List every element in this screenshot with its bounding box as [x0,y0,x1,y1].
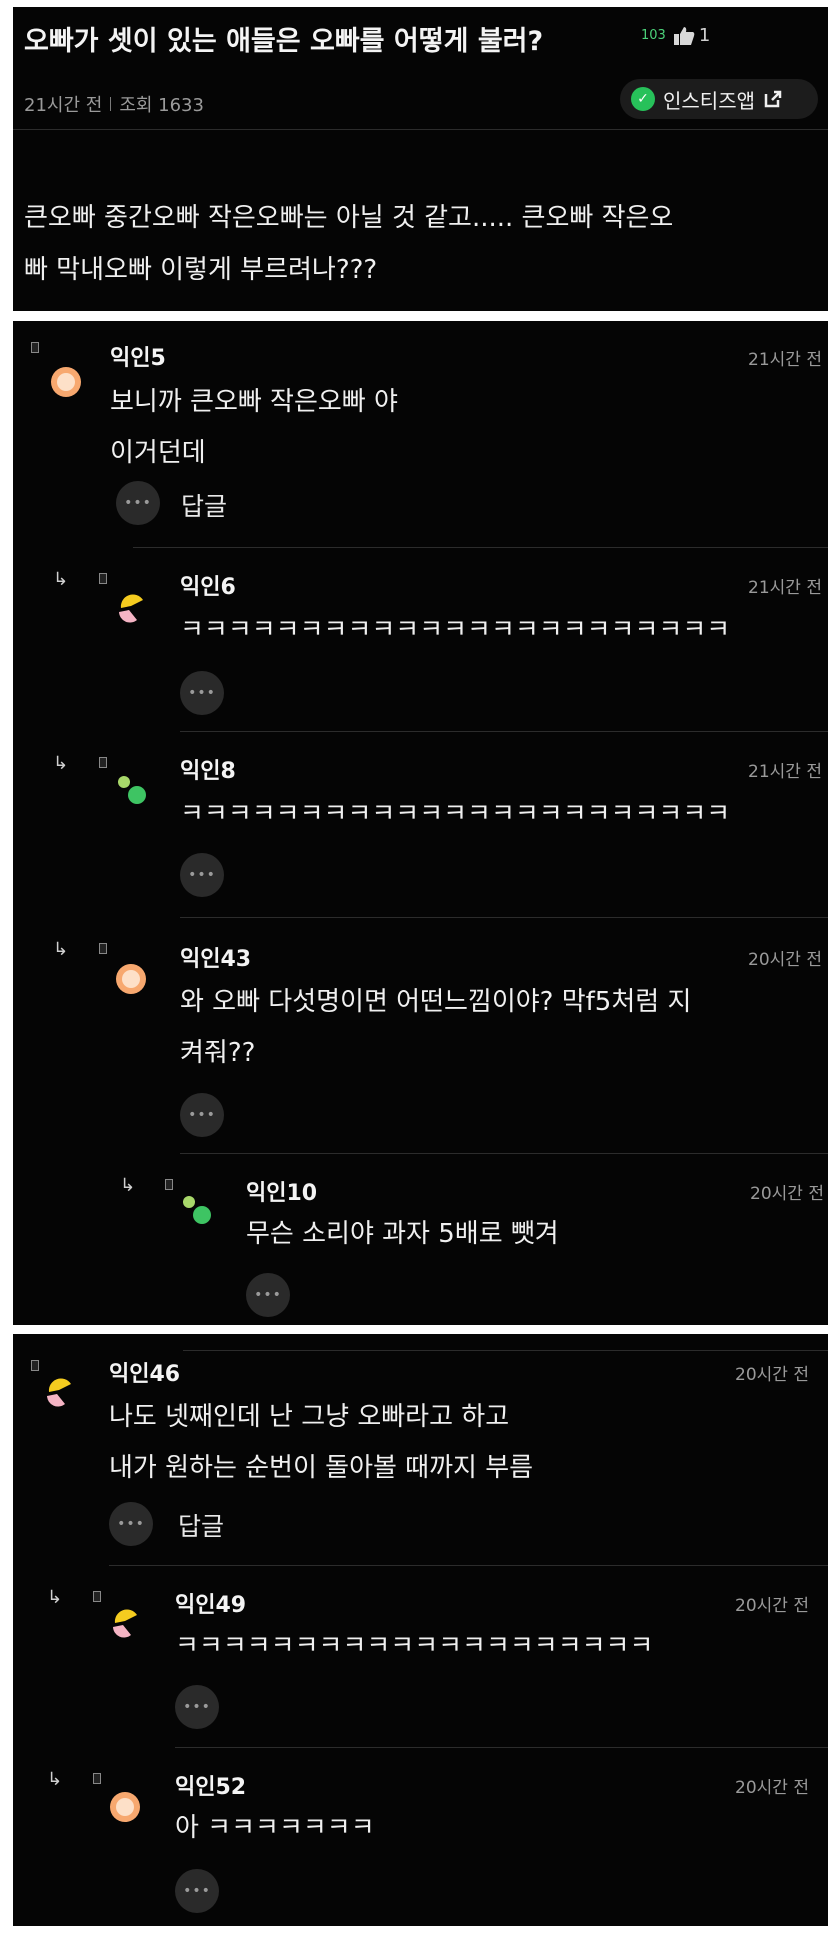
post-panel: 오빠가 셋이 있는 애들은 오빠를 어떻게 불러? 103 1 21시간 전 조… [13,7,828,311]
post-views: 조회 1633 [119,95,204,116]
reply-arrow-icon: ↳ [47,1587,63,1608]
comment-text: 무슨 소리야 과자 5배로 뺏겨 [246,1209,559,1260]
post-body-line: 큰오빠 중간오빠 작은오빠는 아닐 것 같고..... 큰오빠 작은오 [24,203,674,233]
bullet-marker [99,573,107,584]
likes-extra: 1 [698,25,711,46]
more-options-button[interactable]: ••• [180,1093,224,1137]
post-meta: 21시간 전 조회 1633 [24,91,204,117]
reply-button[interactable]: 답글 [178,1507,224,1543]
comment-author: 익인5 [110,346,166,371]
bullet-marker [31,342,39,353]
comment-line: ㅋㅋㅋㅋㅋㅋㅋㅋㅋㅋㅋㅋㅋㅋㅋㅋㅋㅋㅋㅋㅋㅋㅋ [180,615,731,645]
comment-line: 이거던데 [110,438,206,468]
comment-author: 익인6 [180,575,236,600]
reply-arrow-icon: ↳ [120,1175,136,1196]
avatar-icon [105,1601,145,1641]
avatar-icon [105,1787,145,1827]
bullet-marker [165,1179,173,1190]
post-body: 큰오빠 중간오빠 작은오빠는 아닐 것 같고..... 큰오빠 작은오 빠 막내… [24,192,824,296]
avatar-icon [46,362,86,402]
more-options-button[interactable]: ••• [180,853,224,897]
reply-arrow-icon: ↳ [47,1769,63,1790]
comment-line: 와 오빠 다섯명이면 어떤느낌이야? 막f5처럼 지 [180,987,692,1017]
avatar-icon [111,959,151,999]
comment-time: 21시간 전 [748,350,822,370]
comment-line: 나도 넷째인데 난 그냥 오빠라고 하고 [109,1402,510,1432]
comment-line: ㅋㅋㅋㅋㅋㅋㅋㅋㅋㅋㅋㅋㅋㅋㅋㅋㅋㅋㅋㅋ [175,1631,654,1661]
like-counter[interactable]: 103 1 [641,25,710,46]
comment-time: 21시간 전 [748,578,822,598]
more-options-button[interactable]: ••• [109,1502,153,1546]
more-options-button[interactable]: ••• [246,1273,290,1317]
divider [133,547,828,548]
more-options-button[interactable]: ••• [175,1685,219,1729]
reply-arrow-icon: ↳ [53,569,69,590]
more-options-button[interactable]: ••• [175,1869,219,1913]
comments-panel-2: 익인46 20시간 전 나도 넷째인데 난 그냥 오빠라고 하고 내가 원하는 … [13,1334,828,1926]
comment-time: 21시간 전 [748,762,822,782]
post-title: 오빠가 셋이 있는 애들은 오빠를 어떻게 불러? [24,26,544,57]
comment-text: 와 오빠 다섯명이면 어떤느낌이야? 막f5처럼 지 켜줘?? [180,977,691,1079]
divider [109,1565,828,1566]
post-body-line: 빠 막내오빠 이렇게 부르려나??? [24,255,378,285]
bullet-marker [93,1591,101,1602]
comment-text: ㅋㅋㅋㅋㅋㅋㅋㅋㅋㅋㅋㅋㅋㅋㅋㅋㅋㅋㅋㅋㅋㅋㅋ [180,789,730,840]
comment-author: 익인46 [109,1362,181,1387]
open-app-button[interactable]: ✓ 인스티즈앱 [620,79,818,119]
external-link-icon [764,90,782,108]
comment-text: 아 ㅋㅋㅋㅋㅋㅋㅋ [175,1803,375,1854]
divider [180,731,828,732]
avatar-icon [111,586,151,626]
comment-author: 익인10 [246,1181,318,1206]
comment-time: 20시간 전 [735,1778,809,1798]
reply-arrow-icon: ↳ [53,939,69,960]
app-button-label: 인스티즈앱 [663,88,755,113]
divider [180,917,828,918]
check-circle-icon: ✓ [631,87,655,111]
comment-line: 켜줘?? [180,1038,256,1068]
more-options-button[interactable]: ••• [180,671,224,715]
divider [175,1747,828,1748]
comment-time: 20시간 전 [735,1596,809,1616]
divider [13,129,828,130]
meta-divider [110,97,112,111]
thumbs-up-icon [673,26,695,45]
comment-author: 익인43 [180,947,252,972]
comment-author: 익인8 [180,759,236,784]
comment-text: ㅋㅋㅋㅋㅋㅋㅋㅋㅋㅋㅋㅋㅋㅋㅋㅋㅋㅋㅋㅋㅋㅋㅋ [180,605,730,656]
comment-line: 보니까 큰오빠 작은오빠 야 [110,387,398,417]
comment-line: 아 ㅋㅋㅋㅋㅋㅋㅋ [175,1813,375,1843]
post-time: 21시간 전 [24,95,103,116]
divider [180,1153,828,1154]
comment-text: 보니까 큰오빠 작은오빠 야 이거던데 [110,377,398,479]
more-options-button[interactable]: ••• [116,481,160,525]
reply-arrow-icon: ↳ [53,753,69,774]
comment-line: ㅋㅋㅋㅋㅋㅋㅋㅋㅋㅋㅋㅋㅋㅋㅋㅋㅋㅋㅋㅋㅋㅋㅋ [180,799,731,829]
comments-panel-1: 익인5 21시간 전 보니까 큰오빠 작은오빠 야 이거던데 ••• 답글 ↳ … [13,321,828,1325]
comment-author: 익인52 [175,1775,247,1800]
avatar-icon [39,1370,79,1410]
bullet-marker [99,943,107,954]
bullet-marker [93,1773,101,1784]
reply-button[interactable]: 답글 [181,487,227,523]
comment-text: ㅋㅋㅋㅋㅋㅋㅋㅋㅋㅋㅋㅋㅋㅋㅋㅋㅋㅋㅋㅋ [175,1621,653,1672]
divider [183,1350,828,1351]
avatar-icon [176,1189,216,1229]
comment-text: 나도 넷째인데 난 그냥 오빠라고 하고 내가 원하는 순번이 돌아볼 때까지 … [109,1392,533,1494]
comment-author: 익인49 [175,1593,247,1618]
comment-time: 20시간 전 [735,1365,809,1385]
comment-line: 무슨 소리야 과자 5배로 뺏겨 [246,1219,559,1249]
bullet-marker [99,757,107,768]
comment-time: 20시간 전 [750,1184,824,1204]
avatar-icon [111,769,151,809]
comment-time: 20시간 전 [748,950,822,970]
comment-line: 내가 원하는 순번이 돌아볼 때까지 부름 [109,1453,534,1483]
bullet-marker [31,1360,39,1371]
likes-count: 103 [641,28,666,43]
